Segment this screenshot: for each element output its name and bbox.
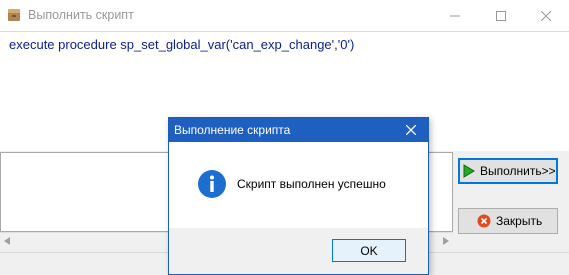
scroll-left-icon[interactable] xyxy=(4,237,10,245)
dialog-title: Выполнение скрипта xyxy=(174,123,291,137)
script-result-dialog: Выполнение скрипта Скрипт выполнен успеш… xyxy=(168,117,429,275)
play-arrow-icon xyxy=(463,164,475,178)
database-icon xyxy=(8,9,20,21)
close-button-label: Закрыть xyxy=(496,214,543,228)
script-text[interactable]: execute procedure sp_set_global_var('can… xyxy=(9,37,354,52)
ok-button-label: OK xyxy=(360,243,378,258)
dialog-close-button[interactable] xyxy=(402,122,420,138)
dialog-message: Скрипт выполнен успешно xyxy=(237,177,386,191)
close-button[interactable]: Закрыть xyxy=(458,208,558,234)
ok-button[interactable]: OK xyxy=(332,239,406,262)
scroll-right-icon[interactable] xyxy=(443,237,449,245)
dialog-body: Скрипт выполнен успешно xyxy=(169,142,428,228)
maximize-icon xyxy=(496,10,506,21)
run-button[interactable]: Выполнить>> xyxy=(458,158,558,184)
title-bar: Выполнить скрипт xyxy=(0,0,569,31)
close-icon xyxy=(406,125,416,135)
dialog-title-bar: Выполнение скрипта xyxy=(169,118,428,142)
close-circle-icon xyxy=(477,214,491,228)
run-button-label: Выполнить>> xyxy=(480,164,556,178)
window-close-button[interactable] xyxy=(523,0,569,31)
minimize-button[interactable] xyxy=(432,0,478,31)
close-icon xyxy=(541,10,551,21)
info-icon xyxy=(198,170,226,198)
window-title: Выполнить скрипт xyxy=(28,8,134,22)
minimize-icon xyxy=(450,15,460,16)
maximize-button[interactable] xyxy=(478,0,524,31)
